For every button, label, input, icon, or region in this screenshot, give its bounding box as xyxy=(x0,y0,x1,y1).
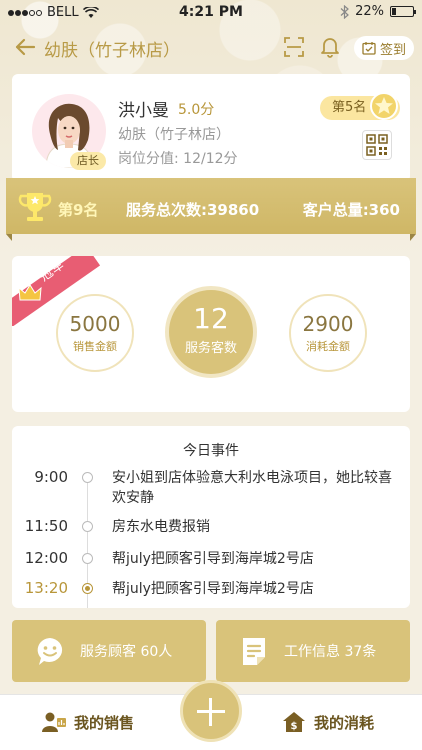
total-services: 服务总次数:39860 xyxy=(126,201,260,219)
event-time: 13:20 xyxy=(24,579,68,597)
role-badge: 店长 xyxy=(70,152,106,170)
status-right: 22% xyxy=(340,4,416,19)
work-info-tile-label: 工作信息 37条 xyxy=(284,644,377,660)
money-house-icon: $ xyxy=(283,712,305,732)
trophy-icon xyxy=(18,193,52,221)
tab-my-sales-label: 我的销售 xyxy=(74,713,135,732)
chat-smile-icon xyxy=(37,638,63,665)
qr-code-icon[interactable] xyxy=(362,130,392,160)
bluetooth-icon xyxy=(340,4,349,19)
battery-percent: 22% xyxy=(355,4,384,19)
bell-icon[interactable] xyxy=(320,36,340,58)
status-bar: BELL 4:21 PM 22% xyxy=(0,0,422,26)
timeline-dot-active xyxy=(82,583,93,594)
tab-my-consumption[interactable]: $ 我的消耗 xyxy=(282,711,374,733)
nav-bar: 幼肤（竹子林店） 签到 xyxy=(0,30,422,64)
timeline-dot xyxy=(82,521,93,532)
ranking-ribbon: 第9名 服务总次数:39860 客户总量:360 xyxy=(6,178,416,241)
crown-icon xyxy=(18,284,42,301)
total-customers: 客户总量:360 xyxy=(302,201,400,219)
svg-text:$: $ xyxy=(291,721,298,732)
sales-amount-stat[interactable]: 5000 销售金额 xyxy=(56,294,134,372)
back-arrow-icon[interactable] xyxy=(12,34,38,60)
consumption-amount-value: 2900 xyxy=(302,312,354,336)
work-info-tile[interactable]: 工作信息 37条 xyxy=(216,620,410,682)
ranking-position: 第9名 xyxy=(58,201,99,219)
checkin-label: 签到 xyxy=(379,42,406,58)
event-time: 12:00 xyxy=(24,549,68,567)
star-icon xyxy=(370,92,398,120)
page-title: 幼肤（竹子林店） xyxy=(44,41,180,61)
service-customers-value: 12 xyxy=(193,302,229,335)
event-text: 安小姐到店体验意大利水电泳项目，她比较喜欢安静 xyxy=(112,470,392,506)
scan-icon[interactable] xyxy=(284,37,304,57)
battery-icon xyxy=(390,6,416,17)
consumption-amount-label: 消耗金额 xyxy=(306,340,350,353)
staff-score: 5.0分 xyxy=(178,102,215,118)
today-events-card: 今日事件 9:00 安小姐到店体验意大利水电泳项目，她比较喜欢安静 11:50 … xyxy=(12,426,410,608)
event-time: 11:50 xyxy=(24,517,68,535)
calendar-check-icon xyxy=(362,42,376,55)
tab-my-consumption-label: 我的消耗 xyxy=(314,713,375,732)
timeline-dot xyxy=(82,553,93,564)
events-title: 今日事件 xyxy=(183,443,239,459)
consumption-amount-stat[interactable]: 2900 消耗金额 xyxy=(289,294,367,372)
add-button[interactable] xyxy=(180,680,242,742)
position-score: 岗位分值: 12/12分 xyxy=(118,151,238,167)
service-customers-tile-label: 服务顾客 60人 xyxy=(80,644,173,660)
sales-person-icon xyxy=(42,712,66,732)
event-text: 帮july把顾客引导到海岸城2号店 xyxy=(112,551,314,567)
service-customers-stat[interactable]: 12 服务客数 xyxy=(165,286,257,378)
document-icon xyxy=(243,638,265,665)
service-customers-tile[interactable]: 服务顾客 60人 xyxy=(12,620,206,682)
rank-badge-label: 第5名 xyxy=(332,100,367,115)
service-customers-label: 服务客数 xyxy=(184,341,237,356)
profile-card[interactable]: 店长 洪小曼 5.0分 幼肤（竹子林店） 岗位分值: 12/12分 第5名 xyxy=(12,74,410,182)
event-text: 帮july把顾客引导到海岸城2号店 xyxy=(112,581,314,597)
stats-card: 冠军 5000 销售金额 12 服务客数 2900 消耗金额 xyxy=(12,256,410,412)
event-text: 房东水电费报销 xyxy=(112,519,210,535)
sales-amount-value: 5000 xyxy=(69,312,121,336)
checkin-button[interactable]: 签到 xyxy=(354,36,414,60)
sales-amount-label: 销售金额 xyxy=(73,340,117,353)
timeline-dot xyxy=(82,472,93,483)
staff-store: 幼肤（竹子林店） xyxy=(118,127,230,143)
staff-name: 洪小曼 xyxy=(118,101,169,121)
event-time: 9:00 xyxy=(34,468,68,486)
tab-my-sales[interactable]: 我的销售 xyxy=(42,711,134,733)
